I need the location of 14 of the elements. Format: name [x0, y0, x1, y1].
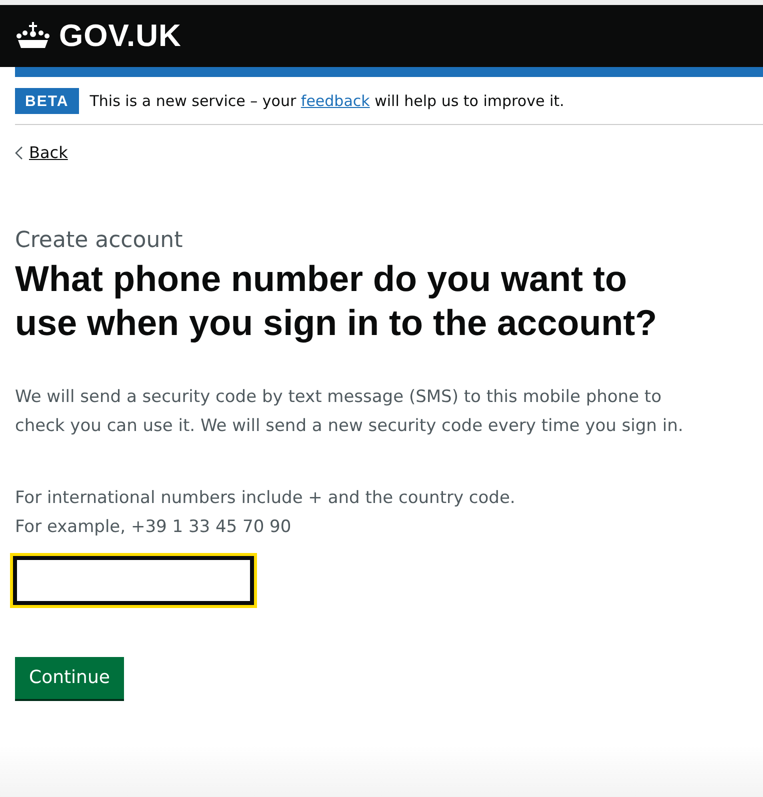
banner-text: This is a new service – your feedback will help us to improve it.: [90, 92, 564, 110]
hint-text: For example, +39 1 33 45 70 90: [15, 516, 292, 539]
chevron-left-icon: [15, 146, 23, 160]
feedback-link[interactable]: feedback: [300, 92, 370, 110]
back-link[interactable]: Back: [15, 143, 68, 162]
page-heading: What phone number do you want to use when you sign in to the account?: [15, 257, 658, 345]
hint-text: For international numbers include + and the country code.: [15, 487, 516, 510]
crown-icon: [15, 21, 51, 51]
continue-button[interactable]: Continue: [15, 657, 124, 699]
phone-input[interactable]: [13, 556, 254, 605]
phase-tag: BETA: [15, 88, 79, 114]
caption: Create account: [15, 228, 184, 253]
logo-text[interactable]: GOV.UK: [59, 18, 182, 54]
body-text: We will send a security code by text message (SMS) to this mobile phone to check you can use it. We will send a new security code every time you sign in.: [15, 386, 684, 438]
